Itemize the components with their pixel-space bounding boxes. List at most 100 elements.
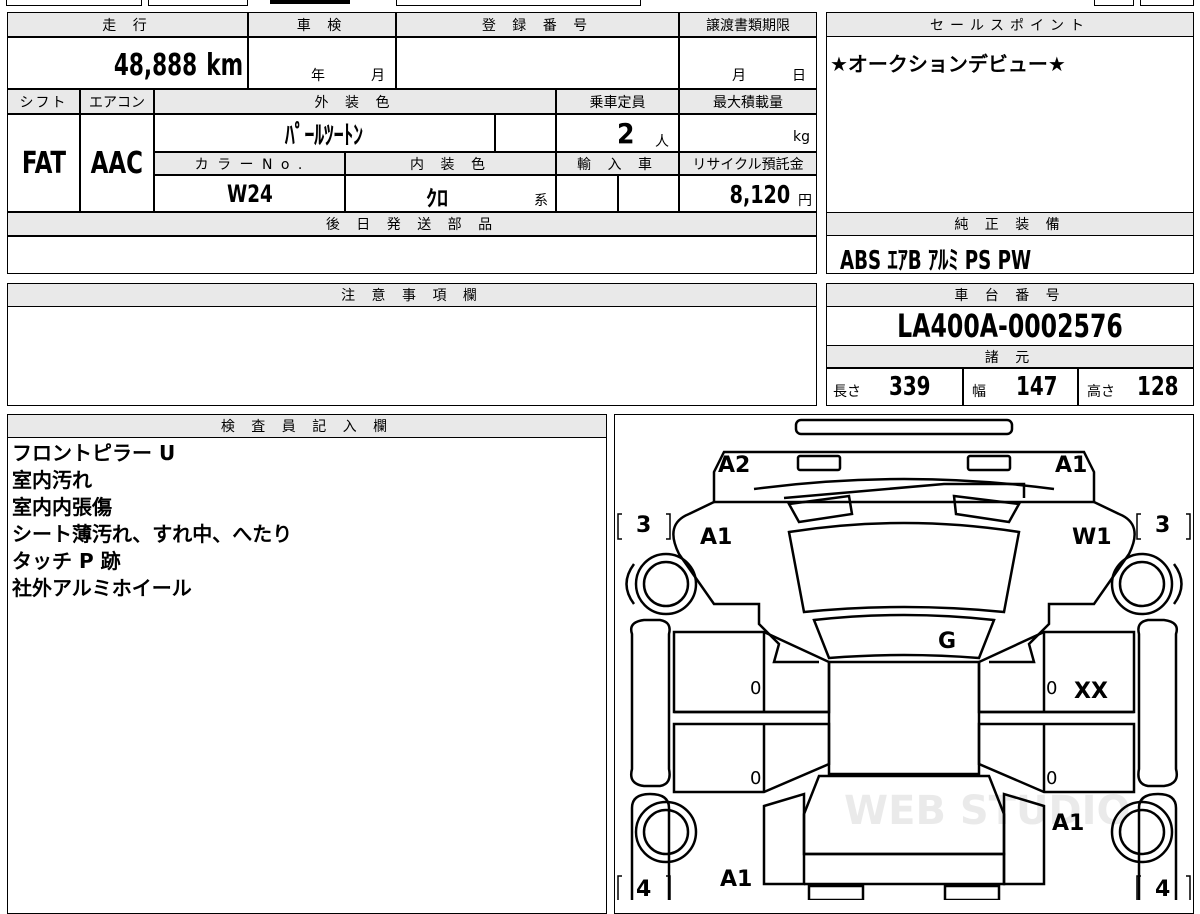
- watermark: WEB STUDIO: [844, 788, 1131, 834]
- label-left-front-fender: A1: [700, 525, 732, 550]
- inspector-line: 室内汚れ: [12, 468, 92, 492]
- aircon-cell: AAC: [80, 114, 154, 212]
- recycle-header: リサイクル預託金: [679, 152, 817, 175]
- car-diagram: A2 A1 A1 W1 G XX A1 A1 3 3 4 4 0 0 0 0 W…: [617, 418, 1191, 900]
- spec-length-label: 長さ: [833, 384, 861, 400]
- max-load-cell: kg: [679, 114, 817, 152]
- rear-bumper-part: [807, 884, 865, 900]
- left-skirt: [630, 618, 671, 788]
- label-front-left: A2: [718, 453, 750, 478]
- label-left-rear: A1: [720, 867, 752, 892]
- chassis-header: 車 台 番 号: [826, 283, 1194, 307]
- sales-point-body: [826, 37, 1194, 212]
- transfer-deadline-header: 譲渡書類期限: [679, 12, 817, 37]
- door-zero: 0: [1046, 678, 1057, 699]
- label-right-front-door: XX: [1074, 679, 1108, 704]
- rear-lower: [804, 852, 1006, 886]
- windshield-part: [787, 521, 1021, 614]
- capacity-value: 2: [617, 117, 635, 150]
- recycle-value: 8,120: [729, 180, 790, 209]
- capacity-unit: 人: [655, 134, 669, 150]
- aircon-header: エアコン: [80, 89, 154, 114]
- headlight-right: [966, 454, 1012, 472]
- door-zero: 0: [750, 678, 761, 699]
- aircon-value: AAC: [90, 145, 144, 181]
- front-panel: [783, 482, 1026, 500]
- inspector-line: 社外アルミホイール: [12, 576, 192, 600]
- front-bumper-part: [794, 418, 1014, 436]
- notes-header: 注 意 事 項 欄: [7, 283, 817, 307]
- wiper-left: [787, 494, 854, 524]
- exterior-color-extra: [495, 114, 556, 152]
- right-skirt: [1137, 618, 1178, 788]
- transfer-month-unit: 月: [732, 68, 746, 84]
- import-cell-2: [618, 175, 679, 212]
- inspection-cell: 年 月: [248, 37, 396, 89]
- later-parts-header: 後 日 発 送 部 品: [7, 212, 817, 236]
- wiper-right: [952, 494, 1021, 524]
- front-body-outline: [712, 450, 1096, 504]
- max-load-unit: kg: [793, 129, 810, 145]
- mileage-cell: 48,888 km: [7, 37, 248, 89]
- tire-fr-value: 3: [1155, 513, 1170, 538]
- color-no-cell: W24: [154, 175, 345, 212]
- spec-length-value: 339: [889, 372, 931, 402]
- import-cell-1: [556, 175, 618, 212]
- interior-color-header: 内 装 色: [345, 152, 556, 175]
- inspection-header: 車 検: [248, 12, 396, 37]
- inspector-line: フロントピラー U: [12, 441, 176, 465]
- color-no-value: W24: [226, 179, 273, 208]
- interior-color-value: ｸﾛ: [426, 187, 449, 212]
- recycle-cell: 8,120 円: [679, 175, 817, 212]
- recycle-unit: 円: [798, 193, 812, 209]
- sales-point-header: セールスポイント: [826, 12, 1194, 37]
- transfer-deadline-cell: 月 日: [679, 37, 817, 89]
- max-load-header: 最大積載量: [679, 89, 817, 114]
- inspection-month-unit: 月: [371, 68, 385, 84]
- wheel-rear-left: [634, 800, 698, 864]
- standard-equipment-value: ABS ｴｱB ｱﾙﾐ PS PW: [840, 246, 1032, 276]
- inspector-line: 室内内張傷: [12, 495, 112, 519]
- label-roof: G: [938, 629, 956, 654]
- mileage-value: 48,888: [113, 48, 197, 83]
- top-strip: [0, 0, 1200, 7]
- interior-color-suffix: 系: [534, 193, 548, 209]
- door-zero: 0: [750, 768, 761, 789]
- shift-cell: FAT: [7, 114, 80, 212]
- specs-header: 諸 元: [826, 345, 1194, 368]
- right-door-front: [977, 630, 1136, 714]
- inspector-line: シート薄汚れ、すれ中、へたり: [12, 522, 293, 546]
- interior-color-cell: ｸﾛ 系: [345, 175, 556, 212]
- cabin-part: [827, 660, 981, 776]
- label-right-front-fender: W1: [1072, 525, 1112, 550]
- tire-rr-value: 4: [1155, 877, 1170, 900]
- exterior-color-value: ﾊﾟｰﾙﾂｰﾄﾝ: [285, 120, 364, 151]
- inspector-lines: フロントピラー U 室内汚れ 室内内張傷 シート薄汚れ、すれ中、へたり タッチ …: [12, 440, 292, 602]
- label-front-right: A1: [1055, 453, 1087, 478]
- shift-value: FAT: [21, 145, 66, 181]
- left-door-front: [672, 630, 831, 714]
- roof-part: [812, 613, 996, 660]
- capacity-cell: 2 人: [556, 114, 679, 152]
- exterior-color-header: 外 装 色: [154, 89, 556, 114]
- color-no-header: カ ラ ー N o .: [154, 152, 345, 175]
- spec-width-value: 147: [1016, 372, 1058, 402]
- chassis-value: LA400A-0002576: [897, 307, 1123, 345]
- rear-left-panel: [762, 792, 806, 886]
- registration-cell: [396, 37, 679, 89]
- spec-height-value: 128: [1137, 372, 1179, 402]
- capacity-header: 乗車定員: [556, 89, 679, 114]
- shift-header: シフト: [7, 89, 80, 114]
- standard-equipment-header: 純 正 装 備: [826, 212, 1194, 236]
- rear-bumper-part: [943, 884, 1001, 900]
- registration-header: 登 録 番 号: [396, 12, 679, 37]
- mileage-header: 走 行: [7, 12, 248, 37]
- door-zero: 0: [1046, 768, 1057, 789]
- transfer-day-unit: 日: [792, 68, 806, 84]
- spec-length-cell: 長さ 339: [826, 368, 963, 406]
- spec-height-cell: 高さ 128: [1078, 368, 1194, 406]
- spec-height-label: 高さ: [1087, 384, 1115, 400]
- mileage-unit: km: [206, 48, 243, 83]
- exterior-color-cell: ﾊﾟｰﾙﾂｰﾄﾝ: [154, 114, 495, 152]
- import-header: 輸 入 車: [556, 152, 679, 175]
